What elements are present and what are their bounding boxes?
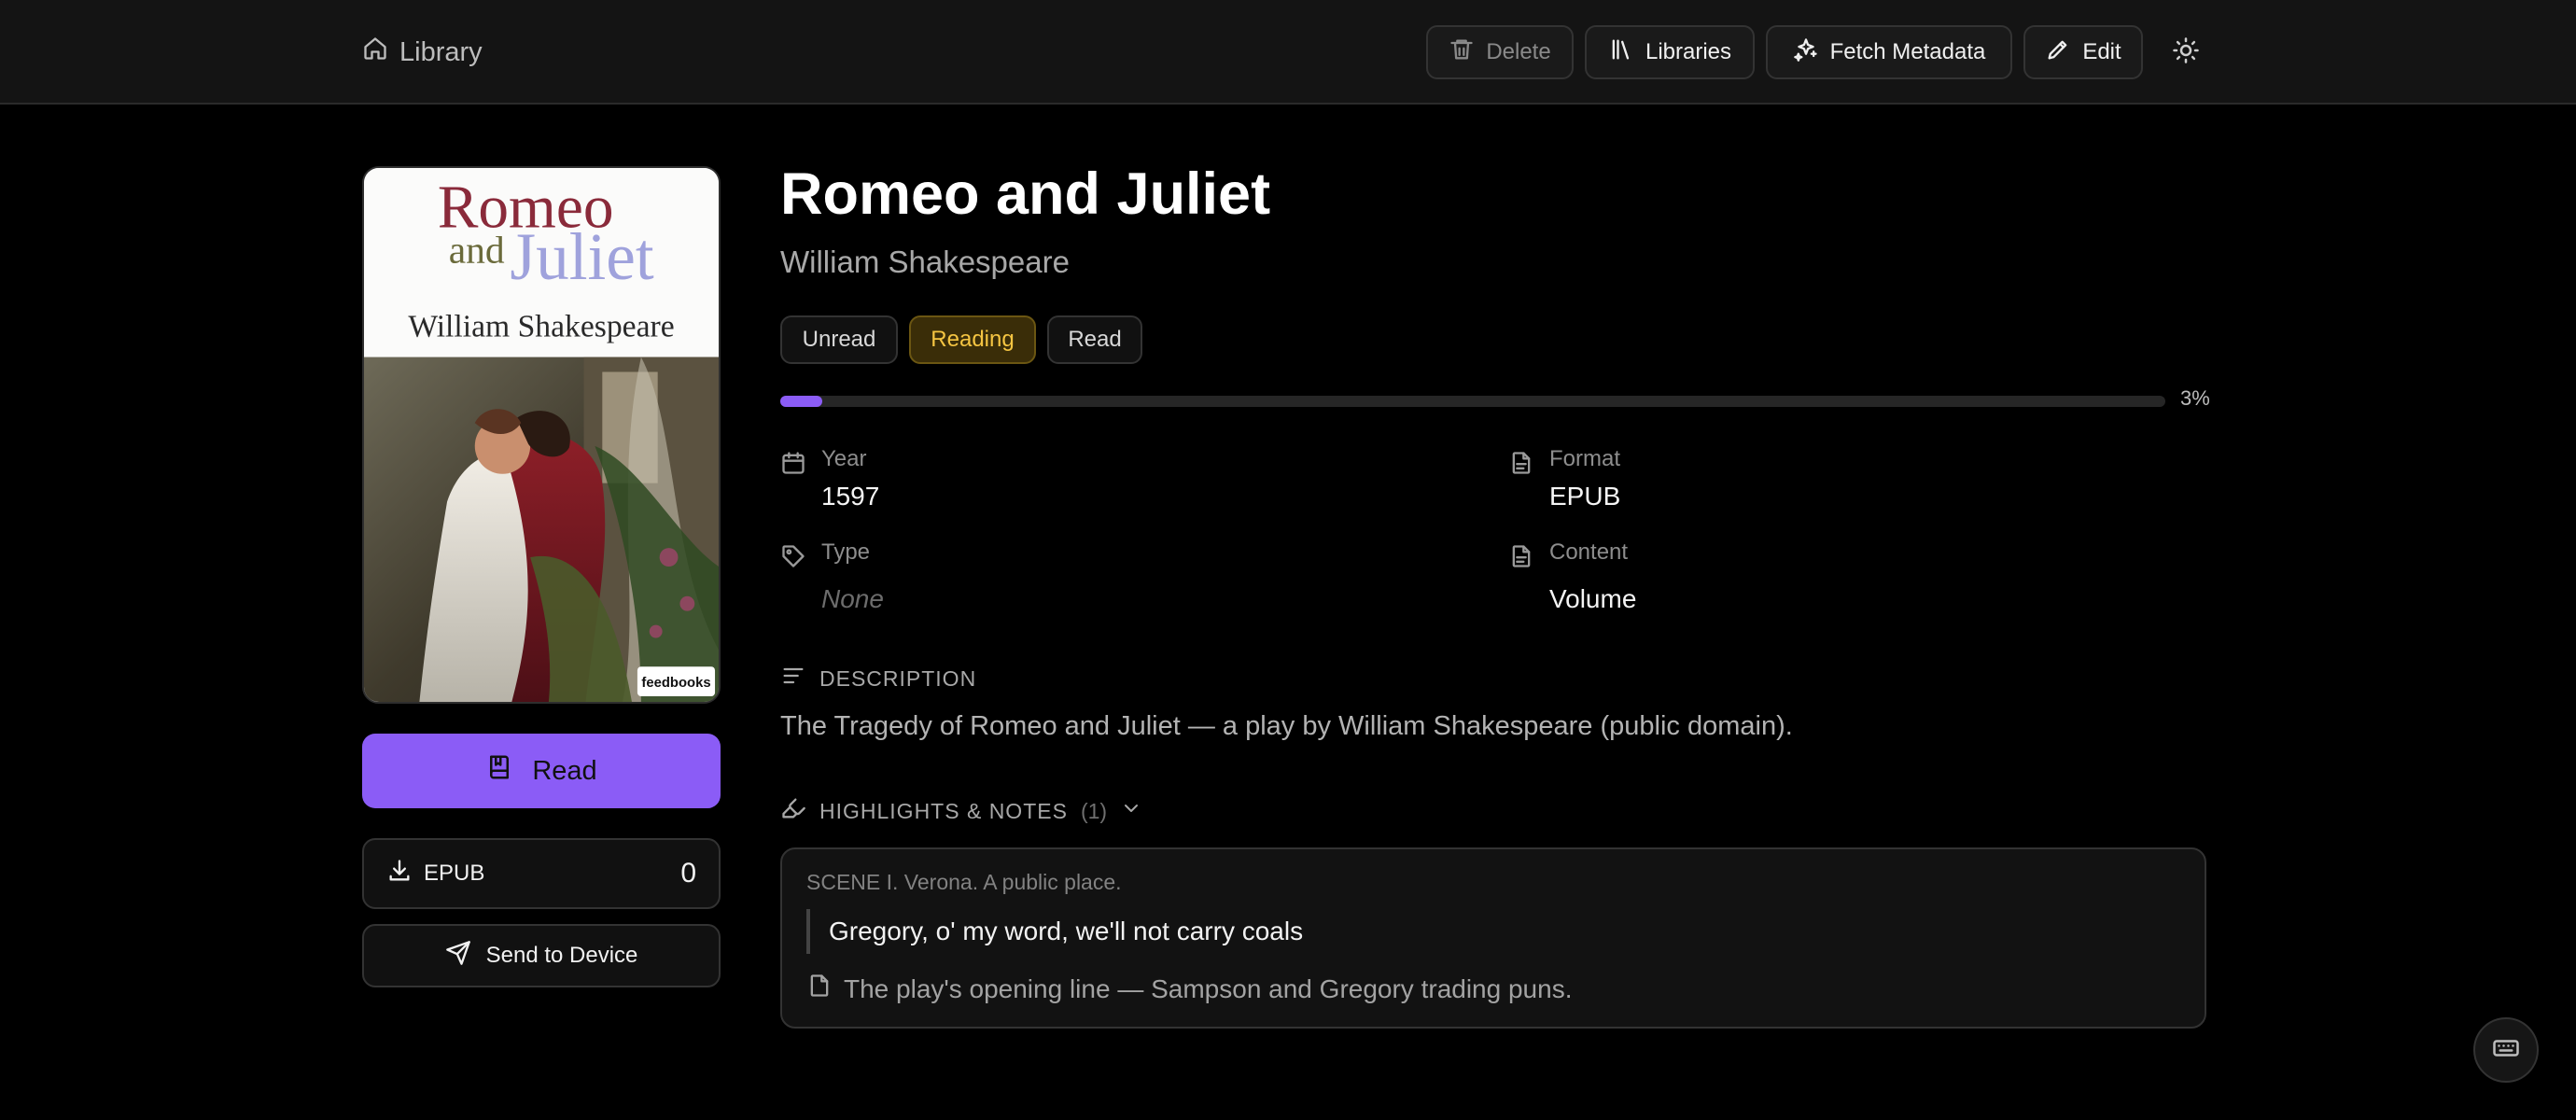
- content-label: Content: [1549, 539, 1629, 565]
- highlight-note-text: The play's opening line — Sampson and Gr…: [844, 973, 1573, 1003]
- keyboard-icon: [2492, 1034, 2520, 1067]
- highlight-note: The play's opening line — Sampson and Gr…: [806, 973, 1572, 1005]
- type-value[interactable]: None: [821, 584, 884, 614]
- book-title: Romeo and Juliet: [780, 161, 1271, 227]
- tag-icon: [780, 543, 806, 569]
- fetch-metadata-button[interactable]: Fetch Metadata: [1766, 25, 2012, 79]
- send-icon: [445, 940, 471, 973]
- file-icon: [1508, 450, 1534, 476]
- status-read-button[interactable]: Read: [1047, 315, 1142, 364]
- download-icon: [386, 858, 424, 890]
- fetch-metadata-button-label: Fetch Metadata: [1829, 39, 1986, 64]
- send-to-device-button[interactable]: Send to Device: [362, 924, 721, 987]
- year-value: 1597: [821, 482, 880, 511]
- calendar-icon: [780, 450, 806, 476]
- content-field: Content Volume: [1508, 539, 2068, 623]
- read-button-label: Read: [532, 755, 597, 786]
- reading-progress-fill: [780, 396, 822, 407]
- book-author: William Shakespeare: [780, 245, 1070, 279]
- cover-title-and: and: [449, 229, 505, 272]
- format-field: Format EPUB: [1508, 446, 2068, 521]
- cover-publisher-logo: feedbooks: [641, 676, 710, 691]
- content-value[interactable]: Volume: [1549, 584, 1636, 614]
- download-count: 0: [680, 858, 696, 889]
- download-epub-button[interactable]: EPUB 0: [362, 838, 721, 909]
- download-format-label: EPUB: [424, 861, 485, 886]
- pencil-icon: [2045, 36, 2071, 69]
- book-icon: [485, 753, 513, 789]
- delete-button-label: Delete: [1486, 39, 1551, 64]
- description-heading-label: DESCRIPTION: [819, 665, 977, 691]
- description-heading: DESCRIPTION: [780, 663, 976, 694]
- align-left-icon: [780, 663, 806, 694]
- libraries-button[interactable]: Libraries: [1585, 25, 1755, 79]
- edit-button[interactable]: Edit: [2023, 25, 2143, 79]
- year-field: Year 1597: [780, 446, 1340, 521]
- reading-progress-label: 3%: [2180, 386, 2210, 410]
- highlighter-icon: [780, 795, 806, 827]
- delete-button[interactable]: Delete: [1426, 25, 1574, 79]
- book-cover: Romeo and Juliet William Shakespeare fee…: [362, 166, 721, 704]
- reading-progress-bar: [780, 396, 2165, 407]
- libraries-button-label: Libraries: [1645, 39, 1732, 64]
- read-button[interactable]: Read: [362, 734, 721, 808]
- type-label: Type: [821, 539, 871, 565]
- file-icon: [1508, 543, 1534, 569]
- status-unread-button[interactable]: Unread: [780, 315, 898, 364]
- libraries-icon: [1608, 36, 1634, 69]
- cover-title-juliet: Juliet: [510, 220, 654, 294]
- top-bar: Library Delete Libraries Fetch Metadata …: [0, 0, 2576, 105]
- theme-toggle-button[interactable]: [2165, 32, 2206, 73]
- sun-icon: [2172, 36, 2200, 69]
- highlight-card[interactable]: SCENE I. Verona. A public place. Gregory…: [780, 847, 2206, 1029]
- format-value: EPUB: [1549, 482, 1621, 511]
- type-field: Type None: [780, 539, 1340, 623]
- keyboard-shortcuts-button[interactable]: [2473, 1017, 2539, 1083]
- sparkles-icon: [1793, 36, 1819, 69]
- chevron-down-icon: [1120, 797, 1142, 825]
- trash-icon: [1449, 36, 1475, 69]
- highlight-quote: Gregory, o' my word, we'll not carry coa…: [806, 909, 1303, 954]
- highlights-heading-label: HIGHLIGHTS & NOTES: [819, 798, 1068, 823]
- year-label: Year: [821, 446, 867, 471]
- highlights-count: (1): [1080, 798, 1108, 823]
- highlight-location: SCENE I. Verona. A public place.: [806, 870, 1122, 894]
- cover-author: William Shakespeare: [408, 310, 674, 344]
- description-text: The Tragedy of Romeo and Juliet — a play…: [780, 711, 1793, 741]
- home-link-label: Library: [399, 36, 483, 67]
- status-reading-button[interactable]: Reading: [909, 315, 1036, 364]
- note-icon: [806, 973, 833, 1005]
- format-label: Format: [1549, 446, 1621, 471]
- home-icon: [362, 35, 388, 69]
- library-home-link[interactable]: Library: [362, 34, 483, 71]
- send-to-device-label: Send to Device: [485, 943, 638, 968]
- highlights-toggle[interactable]: HIGHLIGHTS & NOTES (1): [780, 795, 1142, 827]
- edit-button-label: Edit: [2082, 39, 2121, 64]
